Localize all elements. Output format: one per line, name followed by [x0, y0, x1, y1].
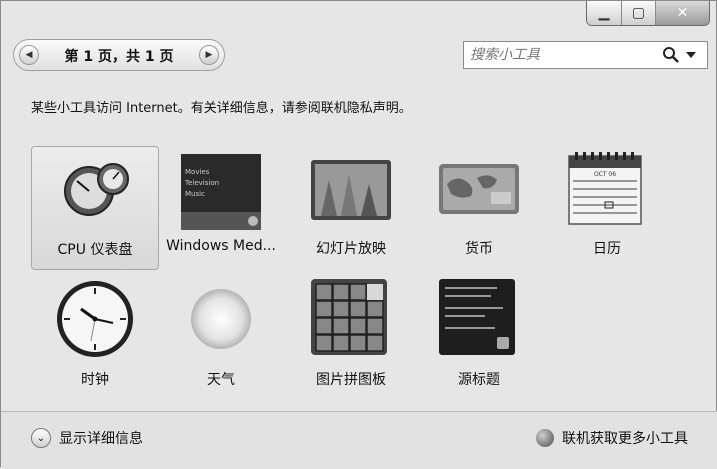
gadget-label: 时钟: [81, 372, 109, 388]
gadget-tile-slideshow[interactable]: 幻灯片放映: [287, 146, 415, 270]
clock-icon: [57, 281, 133, 357]
calendar-month-label: OCT 06: [594, 171, 616, 178]
page-navigator: ◀ 第 1 页，共 1 页 ▶: [13, 39, 225, 71]
feed-headlines-icon: [439, 279, 515, 355]
gadget-tile-weather[interactable]: 天气: [157, 277, 285, 401]
show-details-button[interactable]: ⌄ 显示详细信息: [31, 428, 143, 448]
maximize-button[interactable]: ▢: [621, 1, 655, 25]
gadget-tile-currency[interactable]: 货币: [415, 146, 543, 270]
window-controls: ▁ ▢ ✕: [586, 1, 710, 26]
media-center-menu-item: Movies: [185, 168, 210, 176]
calendar-icon: OCT 06: [568, 152, 642, 225]
windows-media-center-icon: Movies Television Music: [181, 154, 261, 230]
search-icon[interactable]: [662, 46, 680, 64]
show-details-label: 显示详细信息: [59, 431, 143, 447]
gadget-label: 货币: [465, 241, 493, 257]
gadget-label: 源标题: [458, 372, 500, 388]
gadget-tile-feed-headlines[interactable]: 源标题: [415, 277, 543, 401]
gadget-label: Windows Med...: [166, 238, 276, 254]
search-box: [463, 41, 708, 69]
gadget-tile-windows-media-center[interactable]: Movies Television Music Windows Med...: [157, 146, 285, 270]
get-more-gadgets-link[interactable]: 联机获取更多小工具: [536, 428, 688, 448]
chevron-down-icon: ⌄: [31, 428, 51, 448]
media-center-menu-item: Music: [185, 190, 205, 198]
gadget-tile-cpu-meter[interactable]: CPU 仪表盘: [31, 146, 159, 270]
gadget-label: CPU 仪表盘: [57, 242, 133, 258]
privacy-notice: 某些小工具访问 Internet。有关详细信息，请参阅联机隐私声明。: [31, 101, 412, 116]
gadget-tile-clock[interactable]: 时钟: [31, 277, 159, 401]
globe-icon: [536, 429, 554, 447]
gadget-gallery-window: ▁ ▢ ✕ ◀ 第 1 页，共 1 页 ▶ 某些小工具访问 Internet。有…: [0, 0, 717, 469]
gadget-label: 幻灯片放映: [316, 241, 386, 257]
chevron-down-icon[interactable]: [686, 52, 696, 58]
gadget-label: 天气: [207, 372, 235, 388]
gadget-label: 日历: [593, 241, 621, 257]
page-indicator: 第 1 页，共 1 页: [64, 49, 174, 65]
search-input[interactable]: [470, 46, 650, 64]
close-button[interactable]: ✕: [655, 1, 709, 25]
minimize-button[interactable]: ▁: [587, 1, 621, 25]
toolbar: ◀ 第 1 页，共 1 页 ▶: [13, 39, 708, 73]
cpu-meter-icon: [64, 163, 129, 216]
media-center-menu-item: Television: [184, 179, 219, 187]
gadget-tile-picture-puzzle[interactable]: 图片拼图板: [287, 277, 415, 401]
gadget-label: 图片拼图板: [316, 372, 386, 388]
get-more-gadgets-label: 联机获取更多小工具: [562, 431, 688, 447]
gadget-tile-calendar[interactable]: OCT 06 日历: [543, 146, 671, 270]
next-page-button[interactable]: ▶: [199, 45, 219, 65]
slideshow-icon: [311, 160, 391, 220]
currency-icon: [439, 164, 519, 214]
footer: ⌄ 显示详细信息 联机获取更多小工具: [1, 411, 717, 469]
weather-icon: [191, 289, 251, 349]
picture-puzzle-icon: [311, 279, 387, 355]
